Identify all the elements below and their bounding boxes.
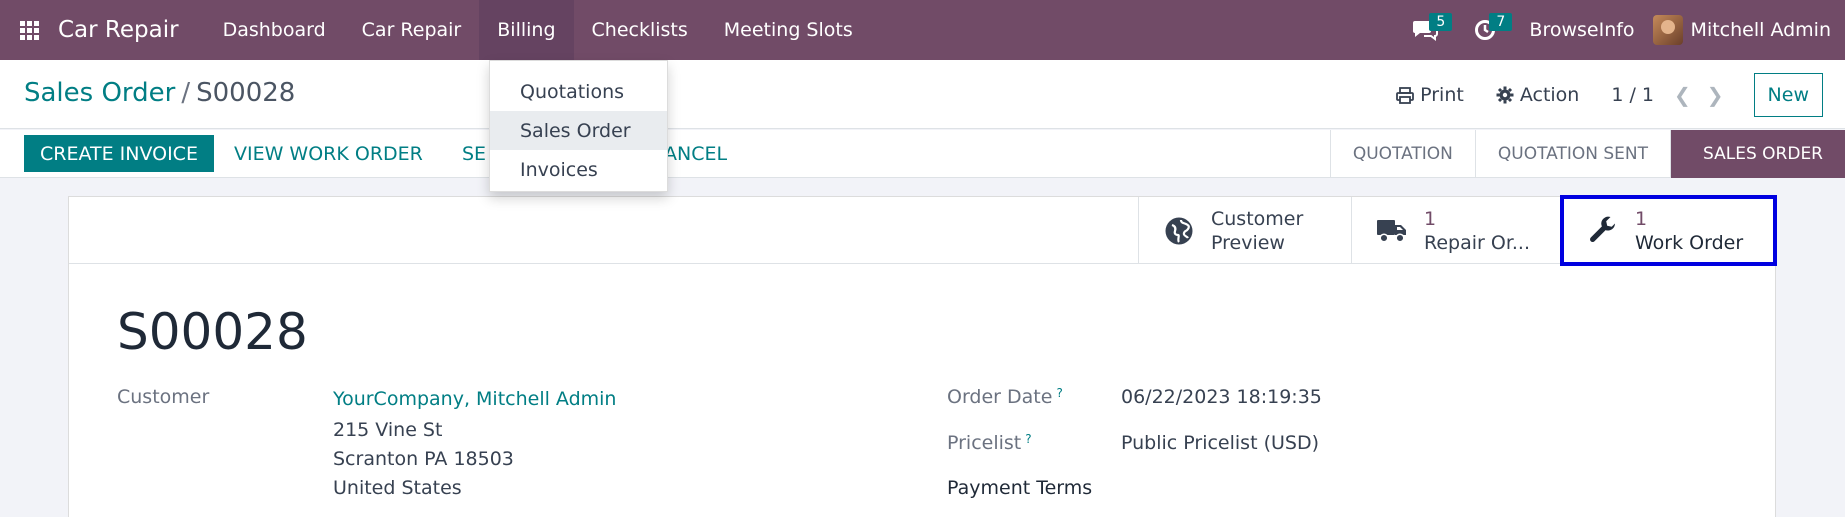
dropdown-item-sales-order[interactable]: Sales Order — [490, 111, 667, 150]
customer-address-line3: United States — [333, 477, 462, 499]
messages-button[interactable]: 5 — [1395, 0, 1455, 60]
menu-meeting-slots[interactable]: Meeting Slots — [706, 0, 871, 60]
smart-button-box: Customer Preview 1 Repair Or... 1 Work Orde… — [69, 195, 1777, 266]
work-order-button[interactable]: 1 Work Order — [1560, 195, 1777, 266]
repair-orders-button[interactable]: 1 Repair Or... — [1351, 197, 1564, 264]
cancel-button[interactable]: ANCEL — [664, 135, 727, 172]
menu-dashboard[interactable]: Dashboard — [205, 0, 344, 60]
action-button[interactable]: Action — [1496, 84, 1580, 106]
stage-quotation[interactable]: QUOTATION — [1331, 130, 1476, 178]
order-date-help-icon[interactable]: ? — [1056, 386, 1062, 400]
breadcrumb: Sales Order / S00028 — [24, 78, 295, 108]
status-bar: CREATE INVOICE VIEW WORK ORDER SE ANCEL … — [0, 130, 1845, 178]
wrench-icon — [1590, 216, 1615, 242]
customer-preview-line2: Preview — [1211, 231, 1285, 254]
control-panel: Sales Order / S00028 Print Action 1 / 1 ❮ … — [0, 60, 1845, 129]
customer-link[interactable]: YourCompany, Mitchell Admin — [333, 388, 616, 410]
menu-checklists[interactable]: Checklists — [574, 0, 706, 60]
work-order-count: 1 — [1635, 207, 1648, 230]
pager-next-icon[interactable]: ❯ — [1707, 83, 1724, 107]
customer-address-line1: 215 Vine St — [333, 419, 443, 441]
view-work-order-button[interactable]: VIEW WORK ORDER — [234, 135, 423, 172]
send-button[interactable]: SE — [462, 135, 486, 172]
form-sheet: Customer Preview 1 Repair Or... 1 Work Orde… — [68, 195, 1777, 517]
stage-quotation-sent[interactable]: QUOTATION SENT — [1476, 130, 1672, 178]
payment-terms-label: Payment Terms — [947, 477, 1093, 499]
dropdown-item-quotations[interactable]: Quotations — [490, 72, 667, 111]
new-button[interactable]: New — [1753, 73, 1823, 117]
app-name[interactable]: Car Repair — [58, 17, 179, 43]
order-date-value[interactable]: 06/22/2023 18:19:35 — [1121, 386, 1322, 408]
breadcrumb-separator: / — [181, 78, 191, 108]
user-name: Mitchell Admin — [1690, 19, 1831, 41]
customer-preview-button[interactable]: Customer Preview — [1138, 197, 1351, 264]
user-menu[interactable]: Mitchell Admin — [1652, 15, 1845, 45]
print-label: Print — [1420, 84, 1464, 106]
menu-billing[interactable]: Billing — [479, 0, 574, 60]
order-date-label: Order Date? — [947, 386, 1063, 408]
top-navbar: Car Repair Dashboard Car Repair Billing … — [0, 0, 1845, 60]
record-title: S00028 — [117, 303, 308, 361]
apps-menu-icon[interactable] — [0, 0, 58, 60]
breadcrumb-sales-order[interactable]: Sales Order — [24, 78, 175, 108]
gear-icon — [1496, 86, 1514, 104]
company-switcher[interactable]: BrowseInfo — [1515, 19, 1652, 41]
avatar — [1652, 15, 1683, 45]
pager-previous-icon[interactable]: ❮ — [1674, 83, 1691, 107]
customer-label: Customer — [117, 386, 210, 408]
dropdown-item-invoices[interactable]: Invoices — [490, 150, 667, 189]
pricelist-label: Pricelist? — [947, 432, 1032, 454]
messages-badge: 5 — [1429, 13, 1453, 31]
globe-icon — [1165, 217, 1193, 244]
breadcrumb-current: S00028 — [196, 78, 296, 108]
action-label: Action — [1519, 84, 1580, 106]
customer-address-line2: Scranton PA 18503 — [333, 448, 514, 470]
repair-orders-label: Repair Or... — [1424, 231, 1531, 254]
work-order-label: Work Order — [1635, 231, 1744, 254]
activities-badge: 7 — [1489, 13, 1513, 31]
print-button[interactable]: Print — [1396, 84, 1464, 106]
billing-dropdown: Quotations Sales Order Invoices — [489, 60, 668, 192]
pager-value[interactable]: 1 / 1 — [1611, 84, 1654, 106]
repair-orders-count: 1 — [1424, 207, 1437, 230]
activities-button[interactable]: 7 — [1455, 0, 1515, 60]
create-invoice-button[interactable]: CREATE INVOICE — [24, 135, 214, 172]
print-icon — [1396, 86, 1415, 104]
stage-sales-order[interactable]: SALES ORDER — [1671, 130, 1845, 178]
truck-icon — [1377, 219, 1406, 243]
customer-preview-line1: Customer — [1211, 207, 1304, 230]
pricelist-value[interactable]: Public Pricelist (USD) — [1121, 432, 1319, 454]
stage-pipeline: QUOTATION QUOTATION SENT SALES ORDER — [1329, 130, 1845, 178]
pricelist-help-icon[interactable]: ? — [1025, 432, 1031, 446]
menu-car-repair[interactable]: Car Repair — [344, 0, 480, 60]
